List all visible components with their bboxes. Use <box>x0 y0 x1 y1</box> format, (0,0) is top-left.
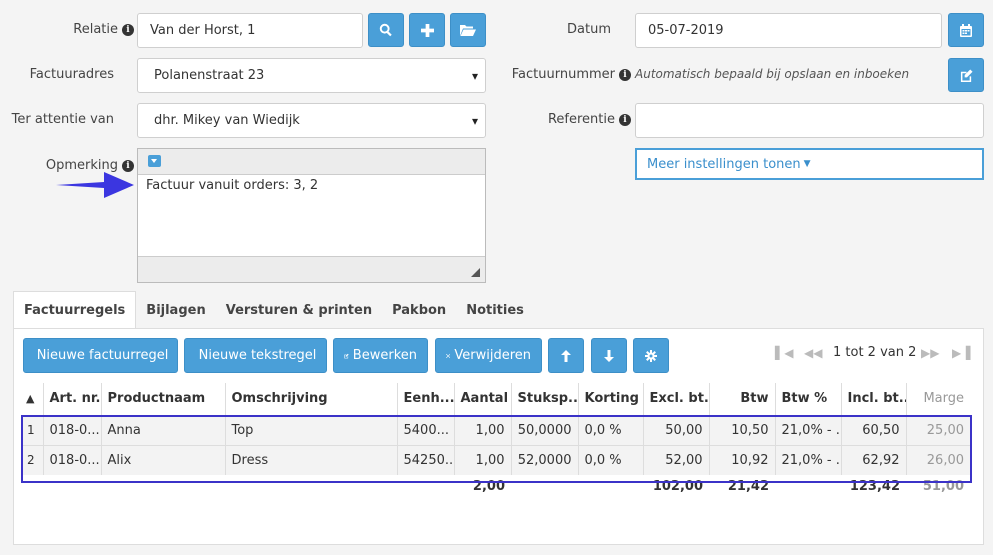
column-header[interactable]: Korting <box>578 383 644 415</box>
factuurnummer-hint: Automatisch bepaald bij opslaan en inboe… <box>635 67 910 81</box>
edit-icon <box>344 353 349 358</box>
open-relatie-button[interactable] <box>450 13 486 47</box>
column-header[interactable]: Eenh... <box>397 383 455 415</box>
referentie-label: Referentie i <box>520 112 631 127</box>
next-page-icon[interactable]: ▶▶ <box>921 346 939 360</box>
factuuradres-label: Factuuradres <box>29 67 114 82</box>
folder-open-icon <box>460 24 476 36</box>
tab-bar: Factuurregels Bijlagen Versturen & print… <box>13 291 534 329</box>
table-header-row: ▲ Art. nr. Productnaam Omschrijving Eenh… <box>23 383 970 415</box>
meer-instellingen-label: Meer instellingen tonen <box>647 156 801 172</box>
first-page-icon[interactable]: ▌◀ <box>775 346 793 360</box>
datum-input[interactable]: 05-07-2019 <box>635 13 942 48</box>
attentie-select[interactable]: dhr. Mikey van Wiedijk <box>137 103 486 138</box>
arrow-up-icon <box>561 349 571 362</box>
resize-handle-icon[interactable] <box>471 268 480 277</box>
factuuradres-select[interactable]: Polanenstraat 23 <box>137 58 486 93</box>
factuurnummer-label: Factuurnummer i <box>500 67 631 82</box>
edit-factuurnummer-button[interactable] <box>948 58 984 92</box>
search-relatie-button[interactable] <box>368 13 404 47</box>
relatie-value: Van der Horst, 1 <box>150 23 256 38</box>
column-header[interactable]: Btw % <box>775 383 842 415</box>
editor-toolbar <box>138 149 485 175</box>
attentie-value: dhr. Mikey van Wiedijk <box>154 113 300 128</box>
column-header[interactable]: Marge <box>906 383 970 415</box>
calendar-icon <box>960 23 972 37</box>
info-icon: i <box>619 68 631 81</box>
settings-button[interactable] <box>633 338 669 373</box>
caret-down-icon: ▼ <box>803 159 811 169</box>
opmerking-text[interactable]: Factuur vanuit orders: 3, 2 <box>138 175 485 196</box>
tab-pakbon[interactable]: Pakbon <box>382 291 456 329</box>
editor-footer <box>138 256 485 282</box>
pager-text: 1 tot 2 van 2 <box>833 345 917 360</box>
tab-notities[interactable]: Notities <box>456 291 534 329</box>
datum-label: Datum <box>567 22 611 37</box>
attentie-label: Ter attentie van <box>11 112 114 127</box>
tab-factuurregels[interactable]: Factuurregels <box>13 291 137 329</box>
bewerken-button[interactable]: Bewerken <box>333 338 428 373</box>
plus-icon <box>420 23 434 37</box>
info-icon: i <box>122 23 134 36</box>
edit-icon <box>960 68 973 82</box>
meer-instellingen-button[interactable]: Meer instellingen tonen ▼ <box>635 148 984 180</box>
editor-dropdown-button[interactable] <box>148 155 161 167</box>
close-icon <box>446 353 451 358</box>
add-relatie-button[interactable] <box>409 13 445 47</box>
tab-versturen-printen[interactable]: Versturen & printen <box>216 291 382 329</box>
last-page-icon[interactable]: ▶▐ <box>952 346 970 360</box>
column-header[interactable]: Incl. bt... <box>841 383 907 415</box>
verwijderen-button[interactable]: Verwijderen <box>435 338 542 373</box>
column-header[interactable]: Art. nr. <box>43 383 102 415</box>
gear-icon <box>645 349 657 362</box>
move-up-button[interactable] <box>548 338 584 373</box>
sort-indicator-icon[interactable]: ▲ <box>23 383 44 415</box>
column-header[interactable]: Stuksp... <box>511 383 579 415</box>
arrow-down-icon <box>604 349 614 362</box>
prev-page-icon[interactable]: ◀◀ <box>804 346 822 360</box>
pointer-arrow-icon <box>56 172 134 198</box>
column-header[interactable]: Aantal <box>454 383 512 415</box>
column-header[interactable]: Btw <box>709 383 776 415</box>
relatie-input[interactable]: Van der Horst, 1 <box>137 13 363 48</box>
move-down-button[interactable] <box>591 338 627 373</box>
tab-bijlagen[interactable]: Bijlagen <box>136 291 215 329</box>
column-header[interactable]: Excl. bt... <box>643 383 710 415</box>
column-header[interactable]: Productnaam <box>101 383 226 415</box>
factuuradres-value: Polanenstraat 23 <box>154 68 265 83</box>
relatie-label: Relatie i <box>40 22 134 37</box>
highlight-box <box>21 415 972 483</box>
calendar-button[interactable] <box>948 13 984 47</box>
search-icon <box>379 23 392 37</box>
nieuwe-tekstregel-button[interactable]: Nieuwe tekstregel <box>184 338 327 373</box>
info-icon: i <box>619 113 631 126</box>
column-header[interactable]: Omschrijving <box>225 383 398 415</box>
datum-value: 05-07-2019 <box>648 23 724 38</box>
nieuwe-factuurregel-button[interactable]: Nieuwe factuurregel <box>23 338 178 373</box>
referentie-input[interactable] <box>635 103 984 138</box>
opmerking-editor[interactable]: Factuur vanuit orders: 3, 2 <box>137 148 486 283</box>
